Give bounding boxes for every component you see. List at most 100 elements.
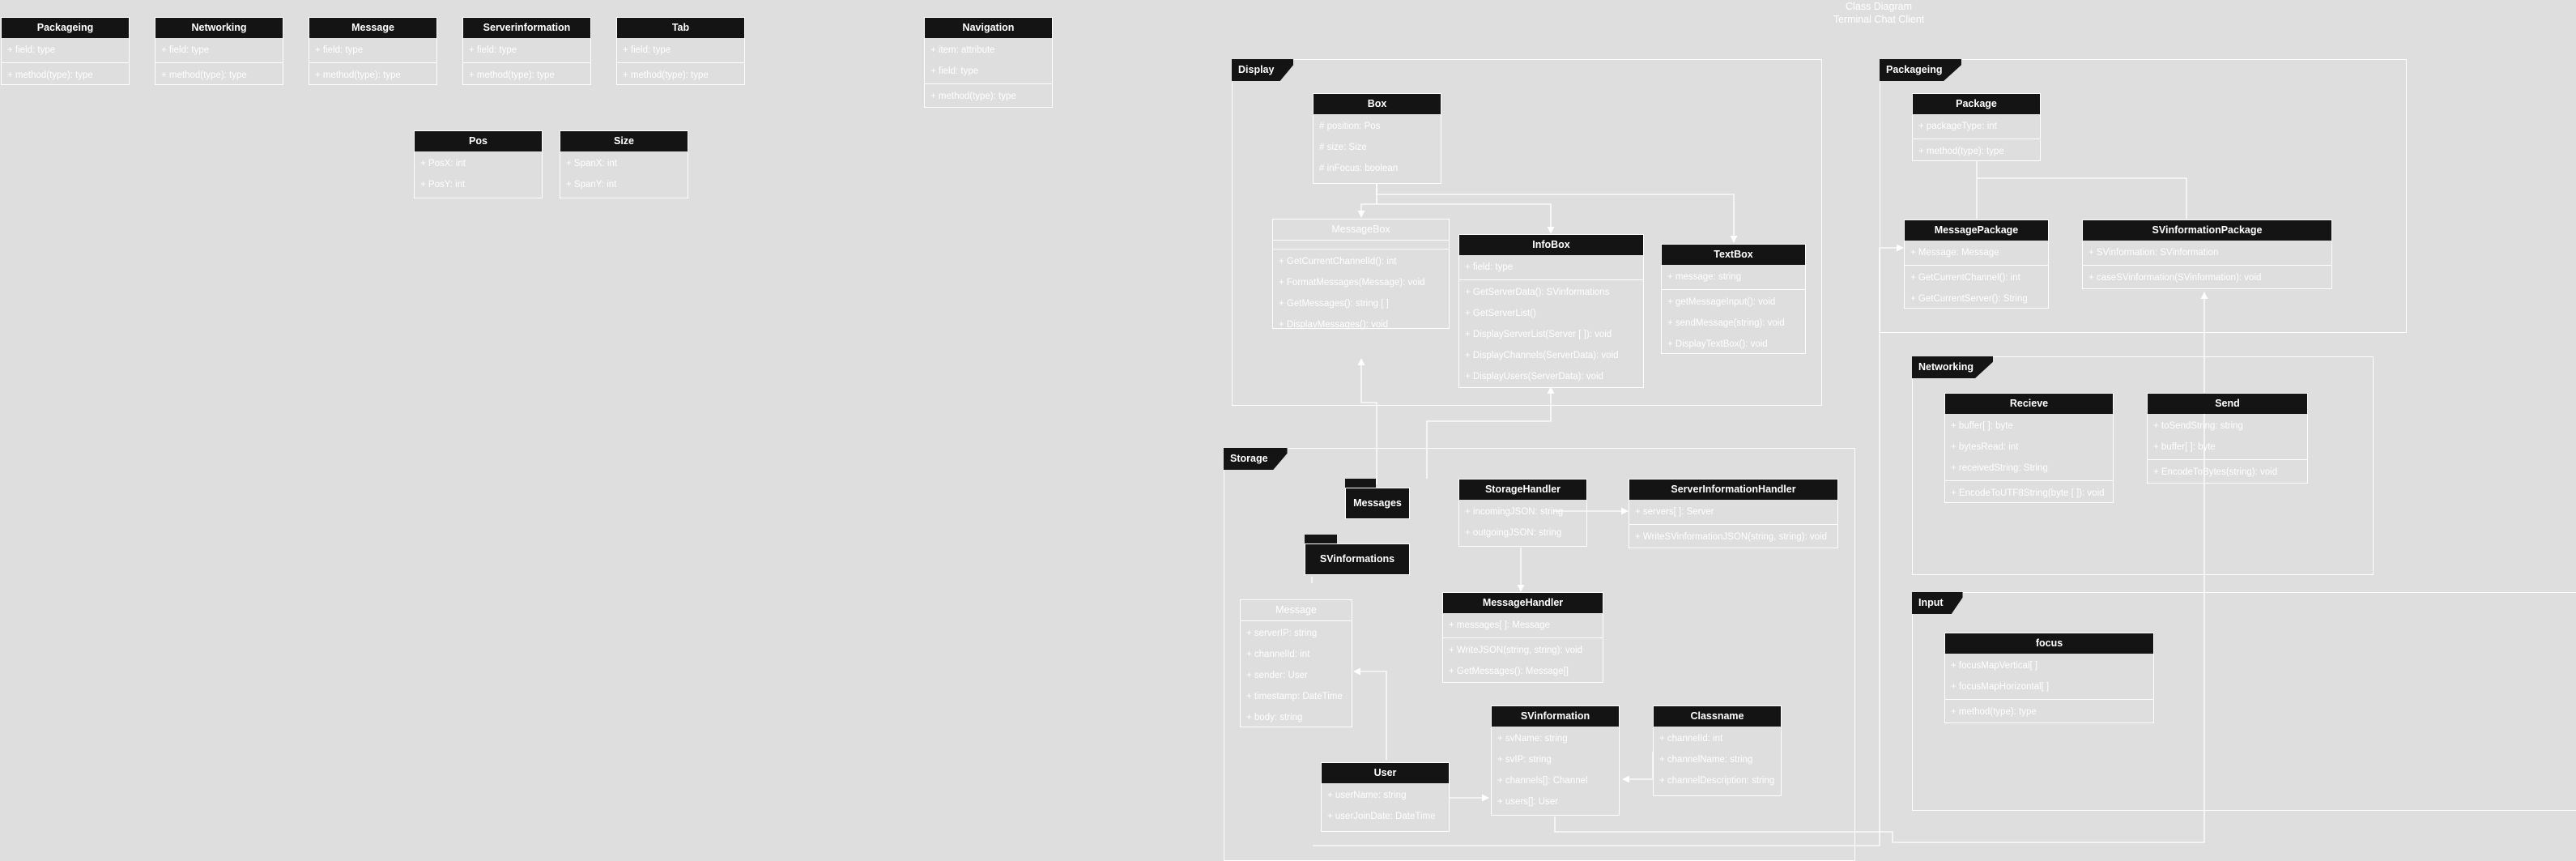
class-name: Classname bbox=[1654, 706, 1781, 727]
class-name: Networking bbox=[155, 18, 283, 38]
class-name: Package bbox=[1913, 94, 2040, 114]
class-attributes: + field: type bbox=[1459, 255, 1643, 279]
package-tab: Input bbox=[1912, 592, 1963, 614]
class-member: + receivedString: String bbox=[1951, 463, 2048, 473]
class-message: Message + serverIP: string + channelId: in… bbox=[1240, 599, 1352, 727]
class-member: + timestamp: DateTime bbox=[1246, 692, 1343, 701]
class-member: # size: Size bbox=[1319, 143, 1367, 152]
class-member: # inFocus: boolean bbox=[1319, 164, 1399, 173]
class-member: + method(type): type bbox=[7, 70, 93, 80]
class-member: + channelId: int bbox=[1659, 734, 1723, 744]
class-classname: Classname + channelId: int + channelName: … bbox=[1653, 705, 1782, 796]
class-member: + GetMessages(): string [ ] bbox=[1279, 299, 1389, 309]
class-methods: + caseSVinformation(SVinformation): void bbox=[2083, 265, 2331, 290]
class-member: + SpanY: int bbox=[566, 180, 617, 190]
class-attributes: + SpanX: int + SpanY: int bbox=[560, 151, 688, 197]
class-member: + method(type): type bbox=[1918, 147, 2004, 156]
class-member: + method(type): type bbox=[469, 70, 555, 80]
class-methods: + method(type): type bbox=[309, 62, 436, 87]
class-legend-size: Size + SpanX: int + SpanY: int bbox=[560, 130, 688, 198]
class-member: + field: type bbox=[161, 45, 210, 55]
class-methods: + GetCurrentChannelId(): int + FormatMess… bbox=[1273, 249, 1449, 337]
package-tab: Storage bbox=[1224, 448, 1288, 470]
class-methods: + method(type): type bbox=[1945, 699, 2153, 724]
class-legend-tab: Tab + field: type + method(type): type bbox=[616, 17, 745, 85]
class-member: + method(type): type bbox=[930, 92, 1016, 101]
class-messagehandler: MessageHandler + messages[ ]: Message + Wr… bbox=[1442, 592, 1603, 683]
class-name: StorageHandler bbox=[1459, 480, 1586, 500]
class-member: + method(type): type bbox=[1951, 707, 2037, 717]
class-name: Size bbox=[560, 131, 688, 151]
class-member: + focusMapVertical[ ] bbox=[1951, 661, 2038, 671]
class-package: Package + packageType: int + method(type):… bbox=[1912, 93, 2041, 161]
class-member: + messages[ ]: Message bbox=[1449, 620, 1550, 630]
diagram-subtitle-line: Terminal Chat Client bbox=[1833, 14, 1925, 25]
class-member: + GetCurrentChannelId(): int bbox=[1279, 257, 1397, 266]
class-attributes: + buffer[ ]: byte + bytesRead: int + recei… bbox=[1945, 414, 2113, 480]
class-member: + serverIP: string bbox=[1246, 629, 1318, 638]
class-member: + userJoinDate: DateTime bbox=[1327, 812, 1436, 821]
class-messagebox: MessageBox + GetCurrentChannelId(): int + … bbox=[1272, 219, 1450, 330]
class-methods: + method(type): type bbox=[617, 62, 744, 87]
class-member: + caseSVinformation(SVinformation): void bbox=[2088, 273, 2262, 283]
class-member: + method(type): type bbox=[161, 70, 247, 80]
class-attributes: + field: type bbox=[309, 38, 436, 62]
folder-svinformations: SVinformations bbox=[1305, 535, 1410, 575]
class-attributes bbox=[1273, 241, 1449, 249]
class-member: + DisplayUsers(ServerData): void bbox=[1465, 372, 1603, 381]
class-name: SVinformationPackage bbox=[2083, 220, 2331, 241]
class-attributes: + packageType: int bbox=[1913, 114, 2040, 139]
class-member: + buffer[ ]: byte bbox=[2153, 442, 2216, 452]
class-attributes: + message: string bbox=[1662, 265, 1805, 289]
class-attributes: + channelId: int + channelName: string + c… bbox=[1654, 727, 1781, 793]
class-member: + GetCurrentChannel(): int bbox=[1910, 273, 2020, 283]
class-name: focus bbox=[1945, 633, 2153, 654]
class-member: + sendMessage(string): void bbox=[1667, 318, 1785, 328]
class-name: MessageHandler bbox=[1443, 593, 1603, 613]
class-member: + Message: Message bbox=[1910, 248, 1999, 258]
class-member: + SpanX: int bbox=[566, 159, 617, 168]
diagram-title: Class Diagram Terminal Chat Client bbox=[1798, 0, 1960, 26]
class-member: + svName: string bbox=[1497, 734, 1568, 744]
folder-messages: Messages bbox=[1345, 479, 1410, 519]
class-member: + method(type): type bbox=[315, 70, 401, 80]
class-svinformationpackage: SVinformationPackage + SVinformation: SVi… bbox=[2082, 220, 2332, 289]
class-attributes: + svName: string + svIP: string + channels… bbox=[1492, 727, 1619, 814]
class-methods: + EncodeToBytes(string): void bbox=[2148, 459, 2307, 484]
class-member: + field: type bbox=[315, 45, 364, 55]
class-name: ServerInformationHandler bbox=[1629, 480, 1837, 500]
class-name: Packageing bbox=[2, 18, 129, 38]
class-focus: focus + focusMapVertical[ ] + focusMapHori… bbox=[1944, 633, 2154, 723]
class-attributes: + serverIP: string + channelId: int + send… bbox=[1241, 621, 1352, 730]
class-svinformation: SVinformation + svName: string + svIP: str… bbox=[1491, 705, 1620, 816]
class-member: + field: type bbox=[623, 45, 671, 55]
class-name: Navigation bbox=[925, 18, 1052, 38]
class-member: + FormatMessages(Message): void bbox=[1279, 278, 1425, 288]
class-member: + buffer[ ]: byte bbox=[1951, 421, 2013, 431]
class-infobox: InfoBox + field: type + GetServerData(): S… bbox=[1458, 234, 1644, 388]
class-methods: + method(type): type bbox=[1913, 139, 2040, 164]
class-methods: + GetServerData(): SVinformations + GetSe… bbox=[1459, 279, 1643, 389]
class-member: + GetMessages(): Message[] bbox=[1449, 667, 1569, 676]
class-methods: + method(type): type bbox=[2, 62, 129, 87]
class-member: + field: type bbox=[930, 66, 979, 76]
class-member: + getMessageInput(): void bbox=[1667, 297, 1776, 307]
class-member: + message: string bbox=[1667, 272, 1742, 282]
class-methods: + method(type): type bbox=[155, 62, 283, 87]
diagram-title-line: Class Diagram bbox=[1846, 1, 1912, 12]
class-member: + incomingJSON: string bbox=[1465, 507, 1564, 517]
class-attributes: + SVinformation: SVinformation bbox=[2083, 241, 2331, 265]
class-attributes: + PosX: int + PosY: int bbox=[415, 151, 542, 197]
class-member: + GetCurrentServer(): String bbox=[1910, 294, 2028, 304]
class-member: + DisplayMessages(): void bbox=[1279, 320, 1389, 330]
class-attributes: + userName: string + userJoinDate: DateTi… bbox=[1322, 783, 1449, 829]
folder-label: SVinformations bbox=[1305, 543, 1410, 575]
class-attributes: + focusMapVertical[ ] + focusMapHorizonta… bbox=[1945, 654, 2153, 699]
class-member: + body: string bbox=[1246, 713, 1303, 722]
class-legend-networking: Networking + field: type + method(type): t… bbox=[155, 17, 283, 85]
class-name: MessageBox bbox=[1273, 220, 1449, 241]
class-member: + channelName: string bbox=[1659, 755, 1753, 765]
class-member: + GetServerList() bbox=[1465, 309, 1536, 318]
class-name: Send bbox=[2148, 394, 2307, 414]
class-methods: + GetCurrentChannel(): int + GetCurrentSe… bbox=[1905, 265, 2048, 311]
